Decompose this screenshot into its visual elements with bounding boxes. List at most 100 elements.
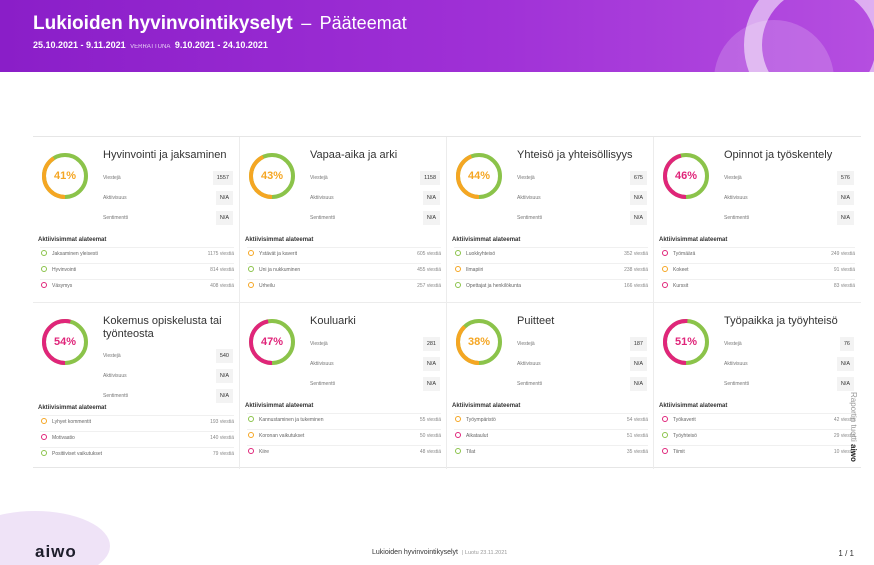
theme-percent: 47% (260, 336, 284, 348)
theme-title: Kouluarki (310, 315, 356, 327)
subtopic-name: Motivaatio (52, 434, 75, 441)
subtopic-status-icon (662, 282, 668, 288)
title-separator: – (301, 13, 312, 33)
report-title-row: Lukioiden hyvinvointikyselyt – Pääteemat (33, 13, 407, 35)
stat-activity: Aktiivisuus N/A (103, 191, 233, 205)
subtopic-row: Työyhteisö 29 viestiä (661, 429, 855, 439)
theme-title: Vapaa-aika ja arki (310, 149, 398, 161)
subtopic-name: Urheilu (259, 282, 275, 289)
subtopic-status-icon (41, 250, 47, 256)
stat-activity: Aktiivisuus N/A (517, 357, 647, 371)
subtopic-status-icon (41, 418, 47, 424)
theme-title: Kokemus opiskelusta tai työnteosta (103, 315, 222, 340)
subtopic-count: 55 viestiä (419, 416, 441, 423)
subtopic-count: 79 viestiä (212, 450, 234, 457)
stat-posts: Viestejä 540 (103, 349, 233, 363)
subtopic-row: Kiire 48 viestiä (247, 445, 441, 455)
stat-value: N/A (629, 191, 647, 205)
subtopic-status-icon (248, 416, 254, 422)
subtopic-status-icon (662, 416, 668, 422)
subtopic-name: Kokeet (673, 266, 689, 273)
subtopic-count: 455 viestiä (417, 266, 441, 273)
subtopic-name: Ilmapiiri (466, 266, 484, 273)
subtopic-count: 249 viestiä (831, 250, 855, 257)
stat-value: N/A (836, 191, 854, 205)
subtopic-count: 193 viestiä (210, 418, 234, 425)
theme-percent: 51% (674, 336, 698, 348)
side-credit-text: Raportin tuotti (849, 392, 858, 442)
subtopic-status-icon (248, 282, 254, 288)
stat-value: N/A (629, 357, 647, 371)
stat-label: Sentimentti (103, 215, 129, 221)
stat-value: N/A (836, 357, 854, 371)
subtopic-row: Kokeet 91 viestiä (661, 263, 855, 273)
subtopic-row: Urheilu 257 viestiä (247, 279, 441, 289)
subtopic-status-icon (455, 282, 461, 288)
theme-percent: 54% (53, 336, 77, 348)
stat-sentiment: Sentimentti N/A (310, 377, 440, 391)
theme-card: 44% Yhteisö ja yhteisöllisyys Viestejä 675 A… (447, 137, 654, 303)
stat-posts: Viestejä 1557 (103, 171, 233, 185)
report-title: Lukioiden hyvinvointikyselyt (33, 13, 293, 34)
subtopic-name: Luokkyhteisö (466, 250, 496, 257)
subtopic-name: Ystävät ja kaverit (259, 250, 298, 257)
subtopic-status-icon (41, 434, 47, 440)
stat-posts: Viestejä 576 (724, 171, 854, 185)
subtopic-name: Työympäristö (466, 416, 496, 423)
stat-activity: Aktiivisuus N/A (103, 369, 233, 383)
stat-label: Viestejä (724, 341, 742, 347)
stat-sentiment: Sentimentti N/A (103, 389, 233, 403)
stat-activity: Aktiivisuus N/A (310, 357, 440, 371)
subtopic-row: Luokkyhteisö 352 viestiä (454, 247, 648, 257)
top-subtopics-heading: Aktiivisimmat alateemat (452, 403, 521, 409)
stat-activity: Aktiivisuus N/A (517, 191, 647, 205)
theme-percent: 41% (53, 170, 77, 182)
footer-report-meta: | Luotu 23.11.2021 (461, 550, 508, 556)
subtopic-row: Kannustaminen ja tukeminen 55 viestiä (247, 413, 441, 423)
footer-report-title: Lukioiden hyvinvointikyselyt (372, 549, 458, 556)
theme-card: 54% Kokemus opiskelusta tai työnteosta Vie… (33, 303, 240, 469)
stat-value: N/A (215, 369, 233, 383)
subtopic-status-icon (41, 450, 47, 456)
stat-value: 675 (629, 171, 647, 185)
stat-posts: Viestejä 1158 (310, 171, 440, 185)
subtopic-row: Jaksaminen yleisesti 1175 viestiä (40, 247, 234, 257)
subtopic-count: 257 viestiä (417, 282, 441, 289)
stat-value: N/A (215, 389, 233, 403)
stat-value: N/A (215, 191, 233, 205)
footer-report-info: Lukioiden hyvinvointikyselyt | Luotu 23.… (372, 549, 507, 556)
subtopic-name: Uni ja nukkuminen (259, 266, 301, 273)
subtopic-status-icon (248, 250, 254, 256)
stat-value: N/A (422, 191, 440, 205)
subtopic-status-icon (662, 266, 668, 272)
subtopic-name: Tiimit (673, 448, 685, 455)
subtopic-count: 352 viestiä (624, 250, 648, 257)
theme-card: 41% Hyvinvointi ja jaksaminen Viestejä 1557… (33, 137, 240, 303)
subtopic-name: Tilat (466, 448, 476, 455)
compare-range: 9.10.2021 - 24.10.2021 (174, 40, 268, 50)
theme-title: Hyvinvointi ja jaksaminen (103, 149, 227, 161)
subtopic-row: Ystävät ja kaverit 605 viestiä (247, 247, 441, 257)
side-logo: aiwo (849, 444, 858, 462)
top-subtopics-heading: Aktiivisimmat alateemat (245, 403, 314, 409)
stat-value: 187 (629, 337, 647, 351)
subtopic-status-icon (662, 432, 668, 438)
subtopic-name: Kiire (259, 448, 270, 455)
subtopic-status-icon (455, 448, 461, 454)
subtopic-row: Tiimit 10 viestiä (661, 445, 855, 455)
theme-card: 47% Kouluarki Viestejä 281 Aktiivisuus N/A Sen… (240, 303, 447, 469)
subtopic-count: 83 viestiä (833, 282, 855, 289)
footer-logo: aiwo (35, 542, 77, 561)
subtopic-name: Työkaverit (673, 416, 696, 423)
stat-posts: Viestejä 281 (310, 337, 440, 351)
subtopic-status-icon (455, 416, 461, 422)
top-subtopics-heading: Aktiivisimmat alateemat (38, 405, 107, 411)
theme-card: 43% Vapaa-aika ja arki Viestejä 1158 Aktiivi… (240, 137, 447, 303)
stat-label: Sentimentti (310, 215, 336, 221)
report-header: Lukioiden hyvinvointikyselyt – Pääteemat… (0, 0, 874, 72)
top-subtopics-heading: Aktiivisimmat alateemat (38, 237, 107, 243)
stat-label: Aktiivisuus (103, 373, 127, 379)
subtopic-row: Opettajat ja henkilökunta 166 viestiä (454, 279, 648, 289)
stat-label: Viestejä (103, 353, 121, 359)
subtopic-row: Hyvinvointi 814 viestiä (40, 263, 234, 273)
